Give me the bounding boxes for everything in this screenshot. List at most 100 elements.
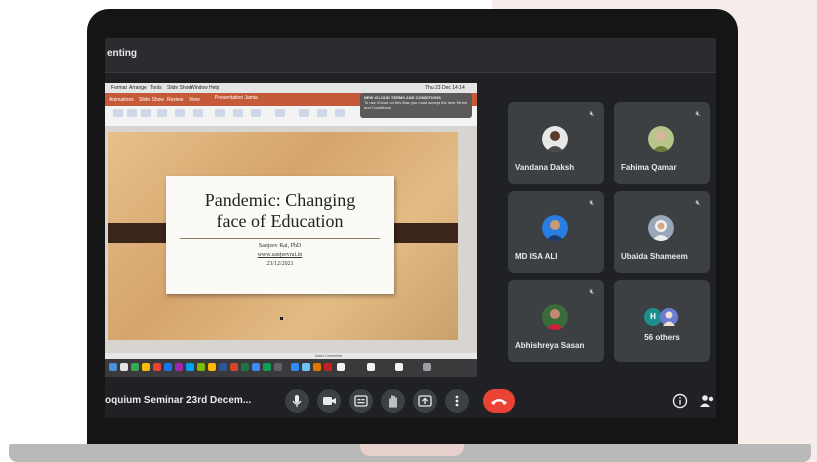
dock-app-icon[interactable] — [230, 363, 238, 371]
mic-button[interactable] — [285, 389, 309, 413]
meeting-screen: enting Format Arrange Tools Slide Show W… — [105, 38, 716, 418]
slide-title-line1: Pandemic: Changing — [204, 190, 356, 210]
captions-button[interactable] — [349, 389, 373, 413]
person-icon — [648, 215, 674, 241]
toolbar-tool[interactable] — [157, 109, 167, 117]
presenting-label: enting — [107, 48, 137, 59]
more-options-button[interactable] — [445, 389, 469, 413]
camera-icon — [323, 397, 336, 405]
others-count: 56 others — [644, 333, 680, 342]
menu-item-arrange[interactable]: Arrange — [129, 85, 147, 91]
shared-screen: Format Arrange Tools Slide Show Window H… — [105, 83, 477, 377]
dock-app-icon[interactable] — [241, 363, 249, 371]
menu-item-window[interactable]: Window — [190, 85, 208, 91]
document-title: Presentation Jamia — [215, 95, 258, 101]
person-icon — [542, 126, 568, 152]
toolbar-tool[interactable] — [193, 109, 203, 117]
picture-tool[interactable] — [299, 109, 309, 117]
tab-view[interactable]: View — [189, 97, 200, 103]
info-button[interactable] — [671, 392, 689, 410]
dock-app-icon[interactable] — [367, 363, 375, 371]
participant-tile[interactable]: 🔇︎ Abhishreya Sasan — [508, 280, 604, 362]
dock-app-icon[interactable] — [131, 363, 139, 371]
toolbar-tool[interactable] — [127, 109, 137, 117]
shapes-tool[interactable] — [317, 109, 327, 117]
dock-app-icon[interactable] — [313, 363, 321, 371]
dock-app-icon[interactable] — [164, 363, 172, 371]
dock-app-icon[interactable] — [274, 363, 282, 371]
raise-hand-button[interactable] — [381, 389, 405, 413]
people-icon — [700, 395, 714, 407]
avatar — [648, 215, 674, 241]
menu-clock: Thu 23 Dec 14:14 — [425, 85, 465, 91]
dock-app-icon[interactable] — [175, 363, 183, 371]
dock-trash-icon[interactable] — [423, 363, 431, 371]
avatar — [542, 215, 568, 241]
icloud-notification[interactable]: NEW iCLOUD TERMS AND CONDITIONS To use i… — [360, 93, 472, 118]
toolbar-tool[interactable] — [175, 109, 185, 117]
menu-item-slide-show[interactable]: Slide Show — [167, 85, 192, 91]
tab-review[interactable]: Review — [167, 97, 183, 103]
dock-app-icon[interactable] — [197, 363, 205, 371]
notification-body: To use iCloud on this Mac you must accep… — [364, 100, 468, 110]
mic-off-icon: 🔇︎ — [695, 109, 701, 118]
title-card: Pandemic: Changing face of Education San… — [166, 176, 394, 294]
participant-name: MD ISA ALI — [515, 252, 558, 261]
slide-bar-right — [390, 223, 458, 243]
mic-off-icon: 🔇︎ — [589, 198, 595, 207]
toolbar-tool[interactable] — [113, 109, 123, 117]
slide-bar-left — [108, 223, 168, 243]
slide-author: Sanjeev Rai, PhD — [258, 243, 302, 249]
captions-icon — [354, 395, 368, 407]
status-notes-comments[interactable]: Notes Comments — [315, 354, 342, 358]
dock-app-icon[interactable] — [324, 363, 332, 371]
camera-button[interactable] — [317, 389, 341, 413]
toolbar-tool[interactable] — [233, 109, 243, 117]
dock-app-icon[interactable] — [208, 363, 216, 371]
dock-app-icon[interactable] — [120, 363, 128, 371]
person-icon — [542, 215, 568, 241]
raise-hand-icon — [389, 395, 397, 408]
tab-slide-show[interactable]: Slide Show — [139, 97, 164, 103]
others-tile[interactable]: H 56 others — [614, 280, 710, 362]
dock-app-icon[interactable] — [302, 363, 310, 371]
participant-name: Ubaida Shameem — [621, 252, 688, 261]
slide-canvas: Pandemic: Changing face of Education San… — [108, 132, 458, 340]
dock-app-icon[interactable] — [109, 363, 117, 371]
dock-app-icon[interactable] — [291, 363, 299, 371]
person-icon — [542, 304, 568, 330]
textbox-tool[interactable] — [335, 109, 345, 117]
dock-app-icon[interactable] — [337, 363, 345, 371]
toolbar-tool[interactable] — [215, 109, 225, 117]
toolbar-tool[interactable] — [141, 109, 151, 117]
participant-tile[interactable]: 🔇︎ Fahima Qamar — [614, 102, 710, 184]
mac-dock — [105, 359, 477, 377]
mouse-cursor — [280, 317, 283, 320]
meeting-name: oquium Seminar 23rd Decem... — [105, 395, 252, 406]
more-vert-icon — [455, 395, 459, 407]
slide-website: www.sanjeevrai.in — [257, 252, 303, 258]
dock-app-icon[interactable] — [186, 363, 194, 371]
avatar — [648, 126, 674, 152]
dock-app-icon[interactable] — [142, 363, 150, 371]
menu-item-tools[interactable]: Tools — [150, 85, 162, 91]
dock-app-icon[interactable] — [395, 363, 403, 371]
dock-app-icon[interactable] — [219, 363, 227, 371]
end-call-button[interactable] — [483, 389, 515, 413]
others-avatar — [660, 308, 678, 326]
person-icon — [648, 126, 674, 152]
tab-animations[interactable]: Animations — [109, 97, 134, 103]
participant-tile[interactable]: 🔇︎ Ubaida Shameem — [614, 191, 710, 273]
toolbar-tool[interactable] — [251, 109, 261, 117]
dock-app-icon[interactable] — [153, 363, 161, 371]
participant-tile[interactable]: 🔇︎ Vandana Daksh — [508, 102, 604, 184]
people-button[interactable] — [698, 392, 716, 410]
menu-item-format[interactable]: Format — [111, 85, 127, 91]
present-button[interactable] — [413, 389, 437, 413]
toolbar-tool[interactable] — [275, 109, 285, 117]
menu-item-help[interactable]: Help — [209, 85, 219, 91]
dock-app-icon[interactable] — [252, 363, 260, 371]
avatar — [542, 126, 568, 152]
participant-tile[interactable]: 🔇︎ MD ISA ALI — [508, 191, 604, 273]
dock-app-icon[interactable] — [263, 363, 271, 371]
